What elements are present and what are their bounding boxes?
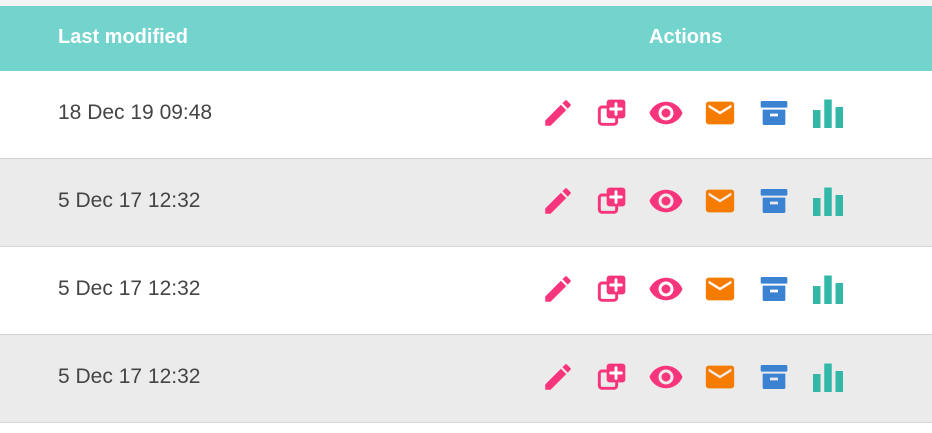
- last-modified-cell: 5 Dec 17 12:32: [58, 277, 201, 300]
- edit-button[interactable]: [540, 95, 576, 131]
- duplicate-button[interactable]: [594, 271, 630, 307]
- pencil-icon: [545, 188, 571, 214]
- stats-button[interactable]: [810, 95, 846, 131]
- envelope-icon: [705, 189, 735, 213]
- table-row: [0, 423, 932, 433]
- archive-icon: [760, 189, 788, 213]
- duplicate-button[interactable]: [594, 95, 630, 131]
- table-row: 5 Dec 17 12:32: [0, 335, 932, 423]
- stats-button[interactable]: [810, 271, 846, 307]
- duplicate-icon: [597, 99, 626, 126]
- table-header: Last modified Actions: [0, 6, 932, 71]
- bar-chart-icon: [813, 275, 843, 304]
- archive-button[interactable]: [756, 95, 792, 131]
- eye-icon: [649, 101, 683, 125]
- last-modified-cell: 5 Dec 17 12:32: [58, 365, 201, 388]
- duplicate-button[interactable]: [594, 359, 630, 395]
- archive-button[interactable]: [756, 359, 792, 395]
- edit-button[interactable]: [540, 359, 576, 395]
- eye-icon: [649, 365, 683, 389]
- bar-chart-icon: [813, 363, 843, 392]
- view-button[interactable]: [648, 359, 684, 395]
- column-header-last-modified[interactable]: Last modified: [58, 25, 188, 49]
- duplicate-button[interactable]: [594, 183, 630, 219]
- stats-button[interactable]: [810, 359, 846, 395]
- email-button[interactable]: [702, 183, 738, 219]
- pencil-icon: [545, 100, 571, 126]
- archive-icon: [760, 365, 788, 389]
- duplicate-icon: [597, 363, 626, 390]
- duplicate-icon: [597, 187, 626, 214]
- envelope-icon: [705, 365, 735, 389]
- bar-chart-icon: [813, 187, 843, 216]
- envelope-icon: [705, 277, 735, 301]
- stats-button[interactable]: [810, 183, 846, 219]
- view-button[interactable]: [648, 271, 684, 307]
- eye-icon: [649, 277, 683, 301]
- view-button[interactable]: [648, 183, 684, 219]
- table-row: 5 Dec 17 12:32: [0, 247, 932, 335]
- table-row: 18 Dec 19 09:48: [0, 71, 932, 159]
- eye-icon: [649, 189, 683, 213]
- edit-button[interactable]: [540, 271, 576, 307]
- envelope-icon: [705, 101, 735, 125]
- email-button[interactable]: [702, 95, 738, 131]
- row-actions: [540, 271, 846, 307]
- archive-icon: [760, 101, 788, 125]
- archive-button[interactable]: [756, 271, 792, 307]
- row-actions: [540, 183, 846, 219]
- last-modified-cell: 5 Dec 17 12:32: [58, 189, 201, 212]
- view-button[interactable]: [648, 95, 684, 131]
- row-actions: [540, 359, 846, 395]
- pencil-icon: [545, 364, 571, 390]
- edit-button[interactable]: [540, 183, 576, 219]
- archive-button[interactable]: [756, 183, 792, 219]
- documents-table: Last modified Actions 18 Dec 19 09:48 5 …: [0, 6, 932, 433]
- column-header-actions: Actions: [649, 26, 723, 48]
- duplicate-icon: [597, 275, 626, 302]
- bar-chart-icon: [813, 99, 843, 128]
- last-modified-cell: 18 Dec 19 09:48: [58, 101, 213, 124]
- email-button[interactable]: [702, 359, 738, 395]
- table-row: 5 Dec 17 12:32: [0, 159, 932, 247]
- pencil-icon: [545, 276, 571, 302]
- row-actions: [540, 95, 846, 131]
- archive-icon: [760, 277, 788, 301]
- email-button[interactable]: [702, 271, 738, 307]
